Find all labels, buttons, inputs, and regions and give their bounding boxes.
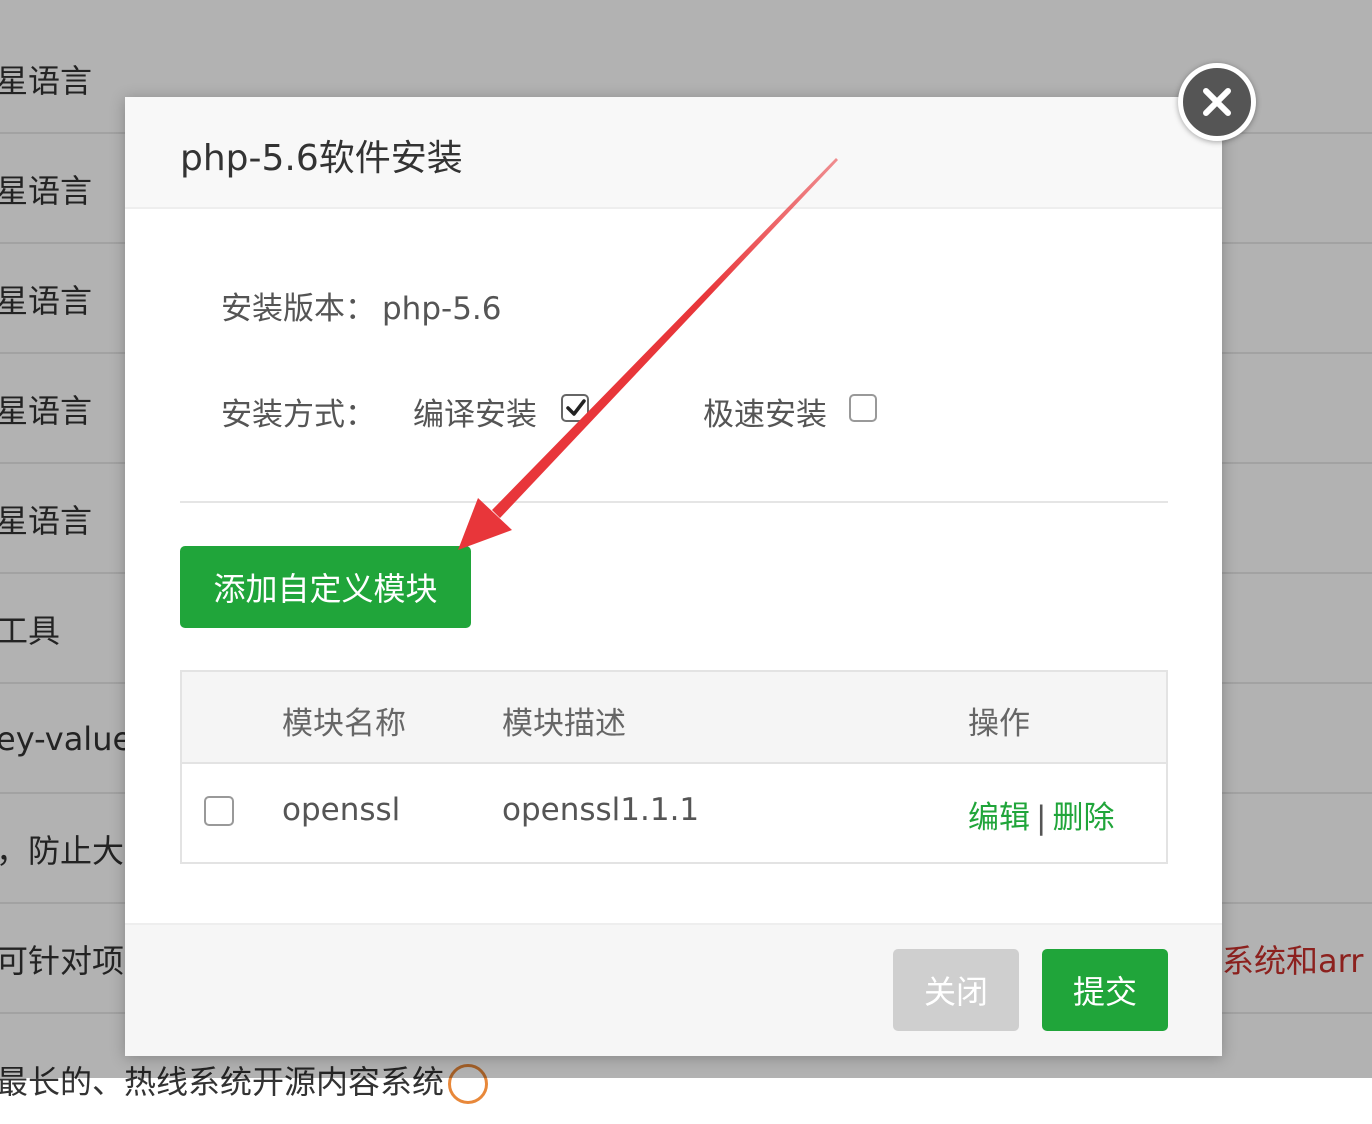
compile-install-label[interactable]: 编译安装 bbox=[413, 389, 537, 434]
table-header: 模块名称 模块描述 操作 bbox=[182, 672, 1166, 764]
column-header-actions: 操作 bbox=[968, 706, 1030, 742]
close-button[interactable]: 关闭 bbox=[893, 949, 1019, 1031]
version-value: php-5.6 bbox=[382, 291, 502, 327]
module-description: openssl1.1.1 bbox=[502, 792, 700, 828]
fast-install-checkbox[interactable] bbox=[849, 394, 877, 422]
dialog-header: php-5.6软件安装 bbox=[125, 97, 1222, 209]
table-row: openssl openssl1.1.1 编辑 | 删除 bbox=[182, 764, 1166, 862]
module-table: 模块名称 模块描述 操作 openssl openssl1.1.1 编辑 | 删除 bbox=[180, 670, 1168, 864]
method-label: 安装方式： bbox=[221, 397, 376, 433]
row-checkbox[interactable] bbox=[204, 796, 234, 826]
dialog-title: php-5.6软件安装 bbox=[180, 138, 463, 179]
version-row: 安装版本： php-5.6 bbox=[221, 283, 502, 328]
compile-install-checkbox[interactable] bbox=[561, 394, 589, 422]
row-actions: 编辑 | 删除 bbox=[968, 792, 1114, 837]
delete-link[interactable]: 删除 bbox=[1052, 800, 1114, 836]
version-label: 安装版本： bbox=[221, 291, 376, 327]
action-separator: | bbox=[1036, 800, 1047, 836]
install-dialog: php-5.6软件安装 安装版本： php-5.6 安装方式： 编译安装 极速安装… bbox=[125, 97, 1222, 1056]
add-custom-module-button[interactable]: 添加自定义模块 bbox=[180, 546, 471, 628]
close-icon bbox=[1203, 88, 1231, 116]
module-name: openssl bbox=[282, 792, 401, 828]
edit-link[interactable]: 编辑 bbox=[968, 800, 1030, 836]
divider bbox=[180, 501, 1168, 503]
fast-install-label[interactable]: 极速安装 bbox=[703, 389, 827, 434]
column-header-name: 模块名称 bbox=[282, 706, 406, 742]
dialog-footer: 关闭 提交 bbox=[125, 923, 1222, 1056]
submit-button[interactable]: 提交 bbox=[1042, 949, 1168, 1031]
check-icon bbox=[566, 399, 586, 416]
column-header-description: 模块描述 bbox=[502, 706, 626, 742]
dialog-close-button[interactable] bbox=[1178, 63, 1256, 141]
